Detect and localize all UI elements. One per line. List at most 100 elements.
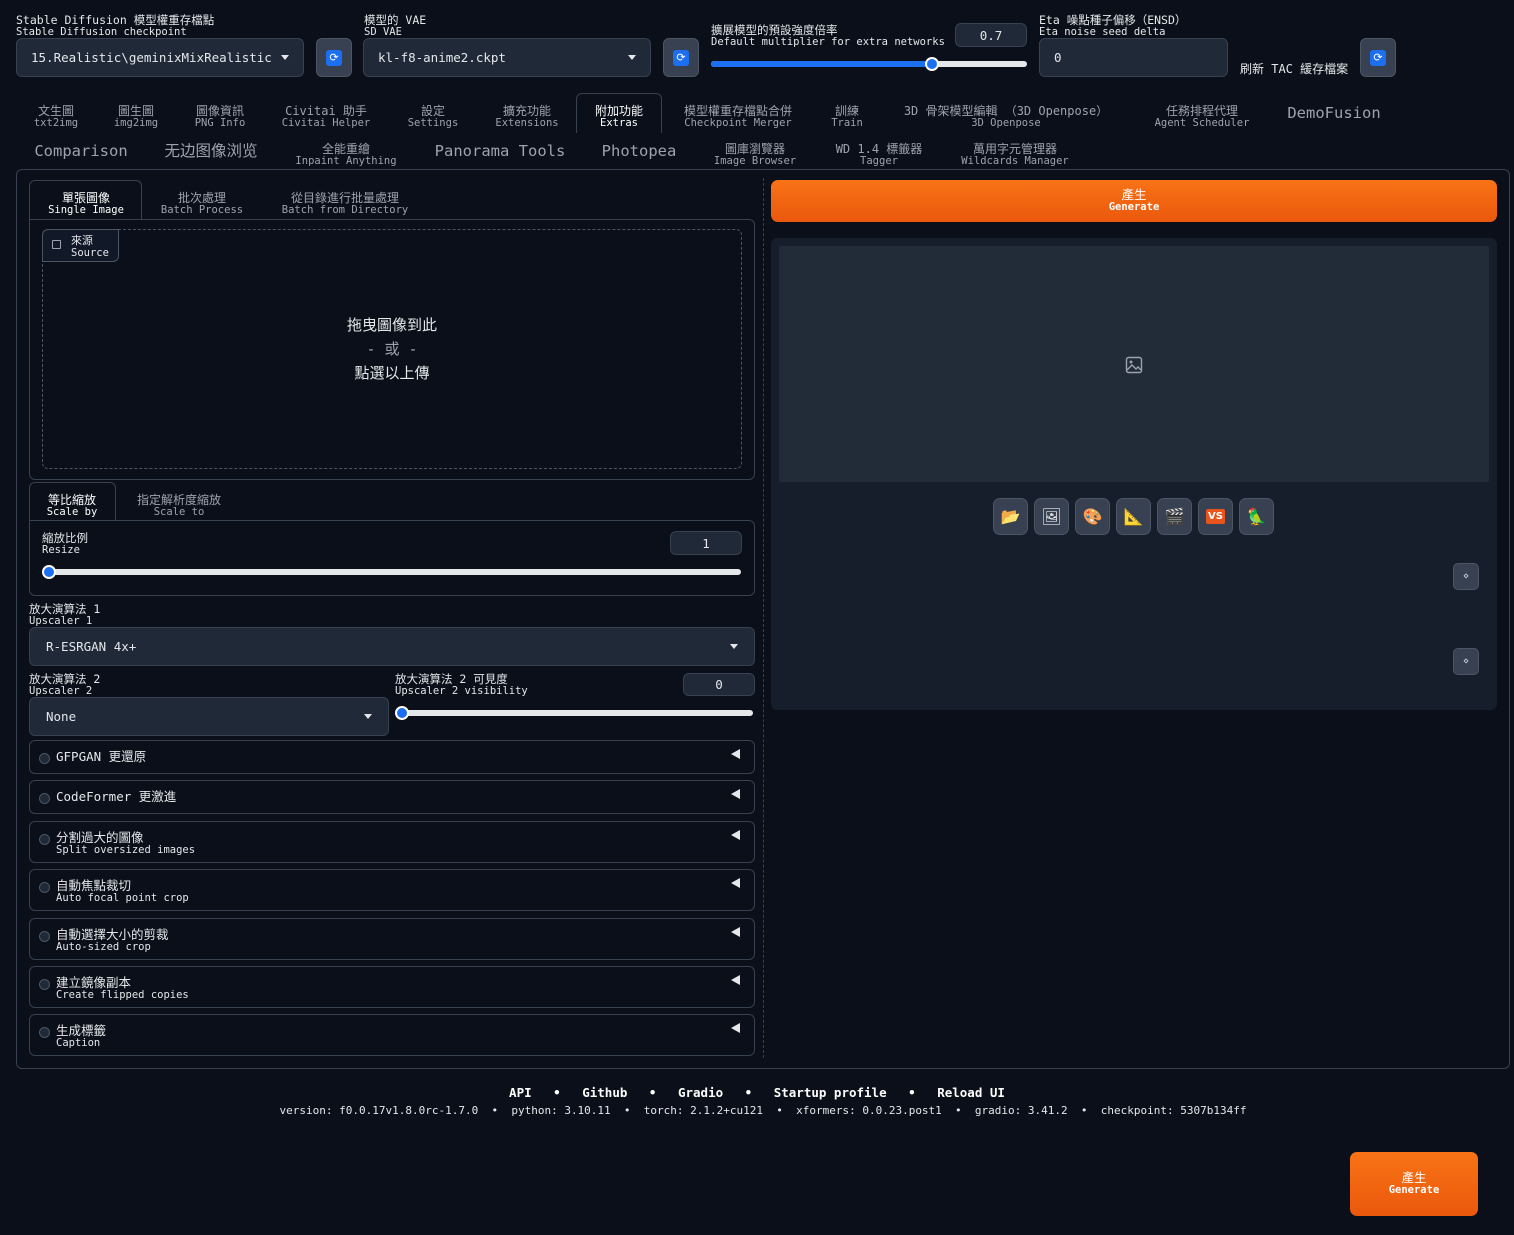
chevron-down-icon bbox=[730, 644, 738, 649]
resize-slider[interactable] bbox=[42, 565, 741, 579]
checkbox[interactable] bbox=[39, 834, 50, 845]
send-to-parrot-button[interactable]: 🦜 bbox=[1239, 498, 1274, 535]
subtab-label: 批次處理 bbox=[177, 191, 226, 205]
separator: • bbox=[908, 1085, 916, 1100]
accordion-split-oversized[interactable]: 分割過大的圖像 Split oversized images bbox=[29, 821, 755, 863]
chevron-down-icon bbox=[281, 55, 289, 60]
collapse-arrow-icon[interactable] bbox=[731, 749, 740, 759]
accordion-auto-sized-crop[interactable]: 自動選擇大小的剪裁 Auto-sized crop bbox=[29, 918, 755, 960]
expand-html-button[interactable]: ⋄ bbox=[1453, 648, 1479, 675]
tab-img2img[interactable]: 圖生圖 img2img bbox=[108, 105, 164, 129]
collapse-arrow-icon[interactable] bbox=[731, 789, 740, 799]
send-to-video-button[interactable]: 🎬 bbox=[1157, 498, 1192, 535]
footer-link-gradio[interactable]: Gradio bbox=[678, 1085, 723, 1100]
footer-link-github[interactable]: Github bbox=[582, 1085, 627, 1100]
collapse-arrow-icon[interactable] bbox=[731, 830, 740, 840]
tab-demofusion[interactable]: DemoFusion bbox=[1280, 104, 1388, 122]
multiplier-input[interactable]: 0.7 bbox=[955, 23, 1027, 47]
checkbox[interactable] bbox=[39, 882, 50, 893]
collapse-arrow-icon[interactable] bbox=[731, 1023, 740, 1033]
accordion-codeformer[interactable]: CodeFormer 更激進 bbox=[29, 780, 755, 814]
upscaler2-visibility-input[interactable]: 0 bbox=[683, 673, 755, 696]
subtab-single-image[interactable]: 單張圖像 Single Image bbox=[34, 192, 138, 216]
upscaler1-label-zh: 放大演算法 1 bbox=[29, 602, 101, 616]
subtab-batch-from-directory[interactable]: 從目錄進行批量處理 Batch from Directory bbox=[272, 192, 418, 216]
accordion-auto-focal-crop[interactable]: 自動焦點裁切 Auto focal point crop bbox=[29, 869, 755, 911]
subtab-batch-process[interactable]: 批次處理 Batch Process bbox=[152, 192, 252, 216]
scale-by-panel bbox=[29, 520, 755, 596]
footer-link-startup-profile[interactable]: Startup profile bbox=[774, 1085, 887, 1100]
tab-image-browser[interactable]: 圖庫瀏覽器 Image Browser bbox=[706, 143, 804, 167]
tab-train[interactable]: 訓練 Train bbox=[822, 105, 872, 129]
resize-label-zh: 縮放比例 bbox=[42, 531, 88, 545]
tab-txt2img[interactable]: 文生圖 txt2img bbox=[28, 105, 84, 129]
send-to-extras-button[interactable]: 📐 bbox=[1116, 498, 1151, 535]
tab-label-en: Civitai Helper bbox=[281, 117, 371, 129]
tab-label: 文生圖 bbox=[37, 104, 74, 118]
upscaler1-dropdown[interactable]: R-ESRGAN 4x+ bbox=[29, 627, 755, 666]
tab-3d-openpose[interactable]: 3D 骨架模型編輯 （3D Openpose） 3D Openpose bbox=[890, 105, 1122, 129]
generate-label-en: Generate bbox=[1108, 201, 1160, 213]
collapse-arrow-icon[interactable] bbox=[731, 975, 740, 985]
checkbox[interactable] bbox=[39, 931, 50, 942]
tab-label-en: Train bbox=[831, 117, 863, 129]
resize-input[interactable]: 1 bbox=[670, 531, 742, 555]
eta-label: Eta 噪點種子偏移（ENSD） Eta noise seed delta bbox=[1039, 14, 1186, 38]
tab-label-en: Scale by bbox=[46, 506, 98, 518]
send-to-img2img-button[interactable]: 🖼 bbox=[1034, 498, 1069, 535]
vae-dropdown[interactable]: kl-f8-anime2.ckpt bbox=[363, 38, 651, 77]
footer-link-reload-ui[interactable]: Reload UI bbox=[937, 1085, 1005, 1100]
tab-tagger[interactable]: WD 1.4 標籤器 Tagger bbox=[826, 143, 932, 167]
slider-thumb[interactable] bbox=[925, 57, 940, 71]
accordion-flipped-copies[interactable]: 建立鏡像副本 Create flipped copies bbox=[29, 966, 755, 1008]
checkpoint-dropdown[interactable]: 15.Realistic\geminixMixRealistic bbox=[16, 38, 304, 77]
collapse-arrow-icon[interactable] bbox=[731, 927, 740, 937]
checkbox[interactable] bbox=[39, 753, 50, 764]
refresh-tac-button[interactable]: ⟳ bbox=[1360, 38, 1396, 77]
upscaler2-visibility-slider[interactable] bbox=[395, 706, 753, 720]
slider-thumb[interactable] bbox=[395, 706, 409, 720]
multiplier-slider[interactable] bbox=[711, 57, 1027, 71]
send-to-vs-button[interactable]: VS bbox=[1198, 498, 1233, 535]
tab-civitai-helper[interactable]: Civitai 助手 Civitai Helper bbox=[276, 105, 376, 129]
collapse-arrow-icon[interactable] bbox=[731, 878, 740, 888]
upscaler2-visibility-label-en: Upscaler 2 visibility bbox=[395, 685, 528, 697]
accordion-caption[interactable]: 生成標籤 Caption bbox=[29, 1014, 755, 1056]
tab-label: 擴充功能 bbox=[502, 104, 551, 118]
tab-inpaint-anything[interactable]: 全能重繪 Inpaint Anything bbox=[288, 143, 404, 167]
send-to-inpaint-button[interactable]: 🎨 bbox=[1075, 498, 1110, 535]
tab-agent-scheduler[interactable]: 任務排程代理 Agent Scheduler bbox=[1146, 105, 1258, 129]
expand-info-button[interactable]: ⋄ bbox=[1453, 563, 1479, 590]
upscaler2-dropdown[interactable]: None bbox=[29, 697, 389, 736]
checkbox[interactable] bbox=[39, 979, 50, 990]
output-toolbar: 📂 🖼 🎨 📐 🎬 VS 🦜 bbox=[993, 498, 1274, 535]
accordion-gfpgan[interactable]: GFPGAN 更還原 bbox=[29, 740, 755, 774]
open-folder-button[interactable]: 📂 bbox=[993, 498, 1028, 535]
tac-refresh-label: 刷新 TAC 緩存檔案 bbox=[1240, 62, 1349, 76]
footer-links: API • Github • Gradio • Startup profile … bbox=[0, 1085, 1514, 1100]
tab-infinite-image-browsing[interactable]: 无边图像浏览 bbox=[156, 142, 266, 160]
footer-link-api[interactable]: API bbox=[509, 1085, 532, 1100]
tab-checkpoint-merger[interactable]: 模型權重存檔點合併 Checkpoint Merger bbox=[674, 105, 802, 129]
refresh-checkpoint-button[interactable]: ⟳ bbox=[316, 38, 352, 77]
tab-wildcards-manager[interactable]: 萬用字元管理器 Wildcards Manager bbox=[954, 143, 1076, 167]
checkbox[interactable] bbox=[39, 1027, 50, 1038]
tab-label-en: Settings bbox=[407, 117, 459, 129]
tab-extras[interactable]: 附加功能 Extras bbox=[580, 105, 658, 129]
tab-photopea[interactable]: Photopea bbox=[594, 142, 684, 160]
eta-input[interactable]: 0 bbox=[1039, 38, 1228, 77]
refresh-vae-button[interactable]: ⟳ bbox=[663, 38, 699, 77]
tab-panorama-tools[interactable]: Panorama Tools bbox=[426, 142, 574, 160]
floating-generate-button[interactable]: 產生 Generate bbox=[1350, 1152, 1478, 1216]
tab-settings[interactable]: 設定 Settings bbox=[400, 105, 466, 129]
slider-fill bbox=[711, 61, 933, 67]
checkbox[interactable] bbox=[39, 793, 50, 804]
generate-button[interactable]: 產生 Generate bbox=[771, 180, 1497, 222]
slider-thumb[interactable] bbox=[42, 565, 56, 579]
tab-png-info[interactable]: 圖像資訊 PNG Info bbox=[186, 105, 254, 129]
tab-extensions[interactable]: 擴充功能 Extensions bbox=[488, 105, 566, 129]
tab-scale-by[interactable]: 等比縮放 Scale by bbox=[32, 494, 112, 518]
tab-comparison[interactable]: Comparison bbox=[28, 142, 134, 160]
subtab-label: 從目錄進行批量處理 bbox=[290, 191, 399, 205]
tab-scale-to[interactable]: 指定解析度縮放 Scale to bbox=[126, 494, 232, 518]
